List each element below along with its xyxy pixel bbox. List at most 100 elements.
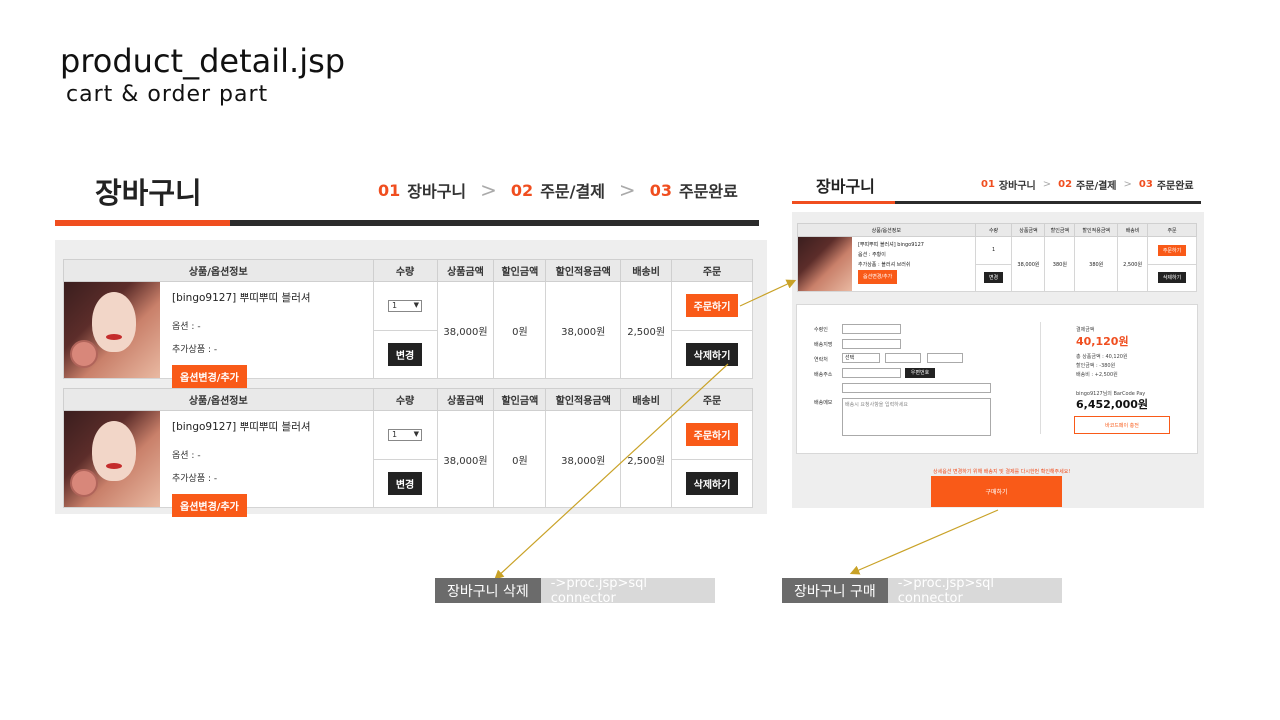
header-product: 상품/옵션정보 [63,259,374,282]
mini-page-title: 장바구니 [816,177,875,196]
receiver2-input[interactable] [842,339,901,349]
step-2-number: 02 [510,180,534,200]
mini-header-final: 할인적용금액 [1074,223,1119,237]
price-cell: 38,000원 [436,281,495,379]
mini-final-price-cell: 380원 [1074,236,1119,292]
mini-header-order: 주문 [1147,223,1197,237]
mini-product-option: 옵션 : 주황이 [858,252,886,258]
chevron-right-icon: > [618,178,636,202]
product-option: 옵션 : - [172,322,201,332]
order-button[interactable]: 주문하기 [685,423,739,447]
mini-delete-button[interactable]: 삭제하기 [1157,272,1187,284]
step-3-label: 주문완료 [678,182,738,201]
cart-divider-accent [55,220,230,226]
mini-step-1-label: 장바구니 [998,181,1036,192]
pay-discount-line: 할인금액 : -380원 [1076,363,1116,369]
mini-step-indicator: 01 장바구니 > 02 주문/결제 > 03 주문완료 [981,177,1194,192]
mini-product-name[interactable]: [뿌띠뿌띠 블러셔] bingo9127 [858,240,924,250]
header-qty: 수량 [372,388,438,411]
price-cell: 38,000원 [436,410,495,508]
pay-amount-value: 40,120원 [1076,335,1129,348]
product-addon: 추가상품 : - [172,345,218,355]
header-final: 할인적용금액 [545,259,622,282]
product-image[interactable] [64,282,160,378]
header-ship: 배송비 [620,388,673,411]
table-row: [bingo9127] 뿌띠뿌띠 블러셔 옵션 : - 추가상품 : - 옵션변… [63,410,753,517]
buy-button[interactable]: 구매하기 [931,476,1062,507]
mini-change-button[interactable]: 변경 [983,272,1004,284]
zipcode-button[interactable]: 우편번호 [905,368,935,378]
table-row: [뿌띠뿌띠 블러셔] bingo9127 옵션 : 주황이 추가상품 : 블러셔… [797,236,1197,292]
mini-option-change-button[interactable]: 옵션변경/추가 [858,270,898,284]
phone-prefix-select[interactable]: 선택 [842,353,880,363]
mini-step-2-number: 02 [1058,179,1073,190]
quantity-select[interactable]: 1 [388,299,423,312]
discount-cell: 0원 [493,281,547,379]
mini-step-1-number: 01 [981,179,995,190]
purchase-tag-label: 장바구니 구매 [782,578,888,603]
mini-product-image[interactable] [798,237,852,291]
shipping-cell: 2,500원 [620,281,673,379]
table-row: [bingo9127] 뿌띠뿌띠 블러셔 옵션 : - 추가상품 : - 옵션변… [63,281,753,388]
quantity-change-button[interactable]: 변경 [387,471,423,495]
barcode-charge-button[interactable]: 바코드페이 충전 [1074,416,1170,434]
cart-divider [230,220,759,226]
mini-order-button[interactable]: 주문하기 [1157,244,1187,256]
memo-label: 배송메모 [814,400,833,406]
form-divider [1040,322,1041,434]
option-change-button[interactable]: 옵션변경/추가 [172,494,247,517]
mini-shipping-cell: 2,500원 [1117,236,1149,292]
header-order: 주문 [671,388,753,411]
final-price-cell: 38,000원 [545,410,622,508]
mini-quantity-select[interactable]: 1 [974,236,1013,265]
step-3-number: 03 [649,180,672,200]
header-discount: 할인금액 [493,388,547,411]
header-discount: 할인금액 [493,259,547,282]
product-name[interactable]: [bingo9127] 뿌띠뿌띠 블러셔 [172,290,311,305]
chevron-right-icon: > [1123,179,1132,190]
header-price: 상품금액 [436,388,495,411]
option-change-button[interactable]: 옵션변경/추가 [172,365,247,388]
cart-item-table: 상품/옵션정보 수량 상품금액 할인금액 할인적용금액 배송비 주문 [bing… [63,388,753,517]
cart-step-indicator: 01 장바구니 > 02 주문/결제 > 03 주문완료 [378,178,738,202]
shipping-cell: 2,500원 [620,410,673,508]
mini-divider-accent [792,201,895,204]
phone-last-input[interactable] [927,353,963,363]
slide-subtitle: cart & order part [66,82,269,107]
product-name[interactable]: [bingo9127] 뿌띠뿌띠 블러셔 [172,419,311,434]
quantity-change-button[interactable]: 변경 [387,342,423,366]
receiver-label: 수령인 [814,327,828,333]
step-1-number: 01 [378,180,401,200]
mini-header-product: 상품/옵션정보 [797,223,976,237]
mini-header-ship: 배송비 [1117,223,1149,237]
mini-discount-cell: 380원 [1044,236,1076,292]
quantity-select[interactable]: 1 [388,428,423,441]
memo-textarea[interactable]: 배송시 요청사항을 입력하세요 [842,398,991,436]
product-addon: 추가상품 : - [172,474,218,484]
header-ship: 배송비 [620,259,673,282]
address-detail-input[interactable] [842,383,991,393]
receiver-input[interactable] [842,324,901,334]
step-2-label: 주문/결제 [540,182,605,201]
receiver2-label: 배송지명 [814,342,833,348]
cart-page-title: 장바구니 [95,176,202,210]
mini-price-cell: 38,000원 [1011,236,1046,292]
mini-divider [895,201,1201,204]
phone-middle-input[interactable] [885,353,921,363]
slide-title: product_detail.jsp [60,42,346,80]
arrow-buy-to-tag [849,509,999,575]
order-button[interactable]: 주문하기 [685,294,739,318]
final-price-cell: 38,000원 [545,281,622,379]
discount-cell: 0원 [493,410,547,508]
delete-button[interactable]: 삭제하기 [685,471,739,495]
delete-button[interactable]: 삭제하기 [685,342,739,366]
pay-total-line: 총 상품금액 : 40,120원 [1076,354,1128,360]
mini-header-price: 상품금액 [1011,223,1046,237]
header-product: 상품/옵션정보 [63,388,374,411]
zipcode-input[interactable] [842,368,901,378]
chevron-right-icon: > [480,178,497,202]
product-image[interactable] [64,411,160,507]
header-price: 상품금액 [436,259,495,282]
order-notice: 상세옵션 변경하기 위해 배송지 및 결제를 다시한번 확인해주세요! [933,469,1071,475]
delete-tag-label: 장바구니 삭제 [435,578,541,603]
